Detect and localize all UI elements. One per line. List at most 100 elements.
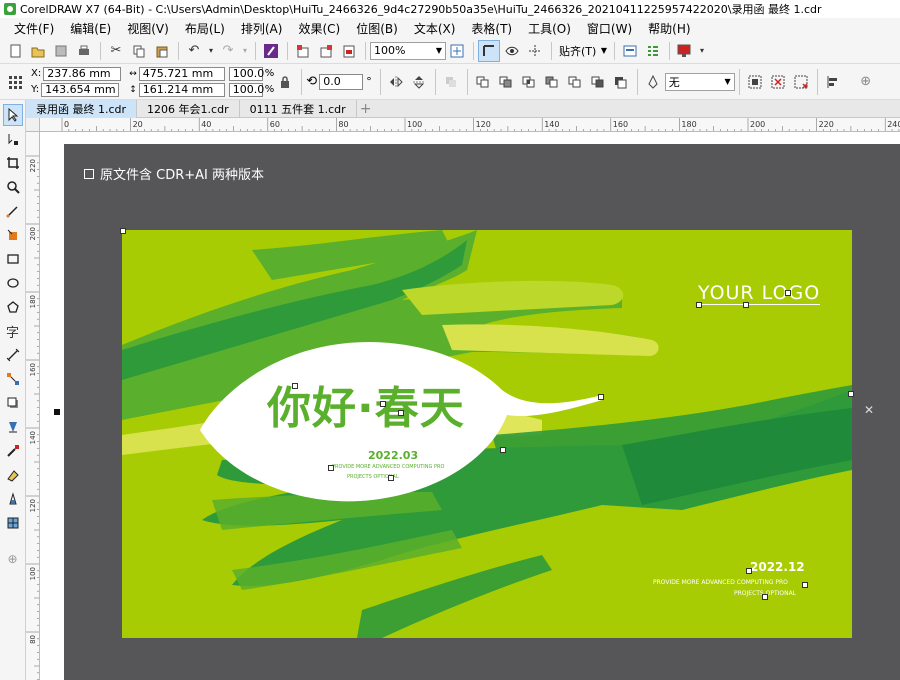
outline-width-select[interactable]: 无 ▼ bbox=[664, 72, 735, 91]
import-icon[interactable] bbox=[292, 40, 314, 62]
options-icon[interactable] bbox=[619, 40, 641, 62]
smart-fill-icon[interactable] bbox=[3, 224, 23, 246]
date-left-text[interactable]: 2022.03 bbox=[368, 449, 418, 462]
y-position-input[interactable]: 143.654 mm bbox=[41, 82, 120, 97]
connector-tool-icon[interactable] bbox=[3, 368, 23, 390]
parallel-dimension-icon[interactable] bbox=[3, 344, 23, 366]
freehand-tool-icon[interactable] bbox=[3, 200, 23, 222]
publish-pdf-icon[interactable] bbox=[338, 40, 360, 62]
show-grid-icon[interactable] bbox=[501, 40, 523, 62]
node-handle[interactable] bbox=[380, 401, 386, 407]
scale-y-input[interactable]: 100.0 bbox=[228, 82, 264, 97]
menu-bitmaps[interactable]: 位图(B) bbox=[348, 20, 406, 37]
interactive-fill-icon[interactable] bbox=[3, 464, 23, 486]
drawing-workspace[interactable]: 原文件含 CDR+AI 两种版本 你好·春天 2022.03 PROVIDE M… bbox=[40, 132, 900, 680]
menu-window[interactable]: 窗口(W) bbox=[579, 20, 640, 37]
full-screen-preview-icon[interactable] bbox=[446, 40, 468, 62]
tab-document-2[interactable]: 1206 年会1.cdr bbox=[137, 99, 240, 118]
text-tool-icon[interactable]: 字 bbox=[3, 320, 23, 342]
subtext-right-1[interactable]: PROVIDE MORE ADVANCED COMPUTING PRO bbox=[653, 579, 788, 586]
menu-file[interactable]: 文件(F) bbox=[6, 20, 62, 37]
open-icon[interactable] bbox=[27, 40, 49, 62]
x-position-input[interactable]: 237.86 mm bbox=[43, 66, 122, 81]
close-x-icon[interactable]: ✕ bbox=[864, 403, 874, 417]
new-tab-plus-icon[interactable]: + bbox=[357, 101, 375, 117]
ruler-origin[interactable] bbox=[26, 118, 40, 132]
crop-tool-icon[interactable] bbox=[3, 152, 23, 174]
subtext-left-1[interactable]: PROVIDE MORE ADVANCED COMPUTING PRO bbox=[332, 464, 444, 470]
show-guidelines-icon[interactable] bbox=[524, 40, 546, 62]
node-handle[interactable] bbox=[802, 582, 808, 588]
pick-tool-icon[interactable] bbox=[2, 104, 23, 126]
artwork-canvas[interactable]: 你好·春天 2022.03 PROVIDE MORE ADVANCED COMP… bbox=[122, 230, 852, 638]
weld-icon[interactable] bbox=[472, 71, 494, 93]
menu-help[interactable]: 帮助(H) bbox=[640, 20, 698, 37]
object-origin-icon[interactable] bbox=[4, 67, 26, 97]
node-handle[interactable] bbox=[696, 302, 702, 308]
node-handle[interactable] bbox=[762, 594, 768, 600]
redo-icon[interactable]: ↷ bbox=[217, 40, 239, 62]
cut-icon[interactable]: ✂ bbox=[105, 40, 127, 62]
headline-text[interactable]: 你好·春天 bbox=[267, 372, 465, 436]
menu-arrange[interactable]: 排列(A) bbox=[233, 20, 291, 37]
mirror-vertical-icon[interactable] bbox=[408, 71, 430, 93]
undo-dropdown-icon[interactable]: ▾ bbox=[206, 40, 216, 62]
align-distribute-icon[interactable] bbox=[744, 71, 766, 93]
menu-effects[interactable]: 效果(C) bbox=[290, 20, 348, 37]
polygon-tool-icon[interactable] bbox=[3, 296, 23, 318]
node-handle[interactable] bbox=[500, 447, 506, 453]
mesh-fill-icon[interactable] bbox=[3, 512, 23, 534]
node-handle[interactable] bbox=[785, 290, 791, 296]
node-handle[interactable] bbox=[292, 383, 298, 389]
convert-to-curves-icon[interactable] bbox=[790, 71, 812, 93]
menu-view[interactable]: 视图(V) bbox=[119, 20, 177, 37]
trim-icon[interactable] bbox=[495, 71, 517, 93]
lock-ratio-icon[interactable] bbox=[274, 71, 296, 93]
copy-icon[interactable] bbox=[128, 40, 150, 62]
horizontal-ruler[interactable]: 0 20 40 60 80 100 120 140 160 180 200 220 240 bbox=[40, 118, 900, 132]
menu-table[interactable]: 表格(T) bbox=[463, 20, 520, 37]
mirror-horizontal-icon[interactable] bbox=[385, 71, 407, 93]
export-icon[interactable] bbox=[315, 40, 337, 62]
drop-shadow-icon[interactable] bbox=[3, 392, 23, 414]
node-handle[interactable] bbox=[743, 302, 749, 308]
node-handle[interactable] bbox=[598, 394, 604, 400]
node-handle[interactable] bbox=[746, 568, 752, 574]
selection-handle[interactable] bbox=[848, 391, 854, 397]
back-minus-front-icon[interactable] bbox=[587, 71, 609, 93]
menu-tools[interactable]: 工具(O) bbox=[520, 20, 579, 37]
outline-pen-icon[interactable] bbox=[642, 71, 664, 93]
front-minus-back-icon[interactable] bbox=[564, 71, 586, 93]
menu-layout[interactable]: 布局(L) bbox=[177, 20, 233, 37]
add-tool-icon[interactable]: ⊕ bbox=[3, 548, 23, 570]
rotation-input[interactable]: 0.0 bbox=[319, 73, 364, 90]
corel-connect-icon[interactable] bbox=[260, 40, 282, 62]
menu-text[interactable]: 文本(X) bbox=[406, 20, 464, 37]
align-left-icon[interactable] bbox=[822, 71, 844, 93]
welcome-screen-icon[interactable] bbox=[674, 40, 696, 62]
date-right-text[interactable]: 2022.12 bbox=[750, 560, 805, 574]
logo-placeholder-text[interactable]: YOUR LOGO bbox=[698, 282, 821, 305]
ellipse-tool-icon[interactable] bbox=[3, 272, 23, 294]
add-icon[interactable]: ⊕ bbox=[855, 71, 877, 93]
scale-x-input[interactable]: 100.0 bbox=[228, 66, 264, 81]
redo-dropdown-icon[interactable]: ▾ bbox=[240, 40, 250, 62]
width-input[interactable]: 475.721 mm bbox=[138, 66, 225, 81]
create-boundary-icon[interactable] bbox=[610, 71, 632, 93]
zoom-level-select[interactable]: 100% ▼ bbox=[370, 41, 446, 60]
new-icon[interactable] bbox=[4, 40, 26, 62]
undo-icon[interactable]: ↶ bbox=[183, 40, 205, 62]
show-rulers-icon[interactable] bbox=[478, 39, 500, 62]
shape-tool-icon[interactable] bbox=[3, 128, 23, 150]
print-icon[interactable] bbox=[73, 40, 95, 62]
welcome-dropdown-icon[interactable]: ▾ bbox=[697, 40, 707, 62]
smart-fill-tool-icon[interactable] bbox=[3, 488, 23, 510]
menu-edit[interactable]: 编辑(E) bbox=[62, 20, 119, 37]
quick-customize-icon[interactable] bbox=[767, 71, 789, 93]
selection-handle[interactable] bbox=[120, 228, 126, 234]
zoom-tool-icon[interactable] bbox=[3, 176, 23, 198]
intersect-icon[interactable] bbox=[518, 71, 540, 93]
snap-to-select[interactable]: 贴齐(T) ▼ bbox=[556, 42, 610, 60]
application-launcher-icon[interactable] bbox=[642, 40, 664, 62]
rectangle-tool-icon[interactable] bbox=[3, 248, 23, 270]
